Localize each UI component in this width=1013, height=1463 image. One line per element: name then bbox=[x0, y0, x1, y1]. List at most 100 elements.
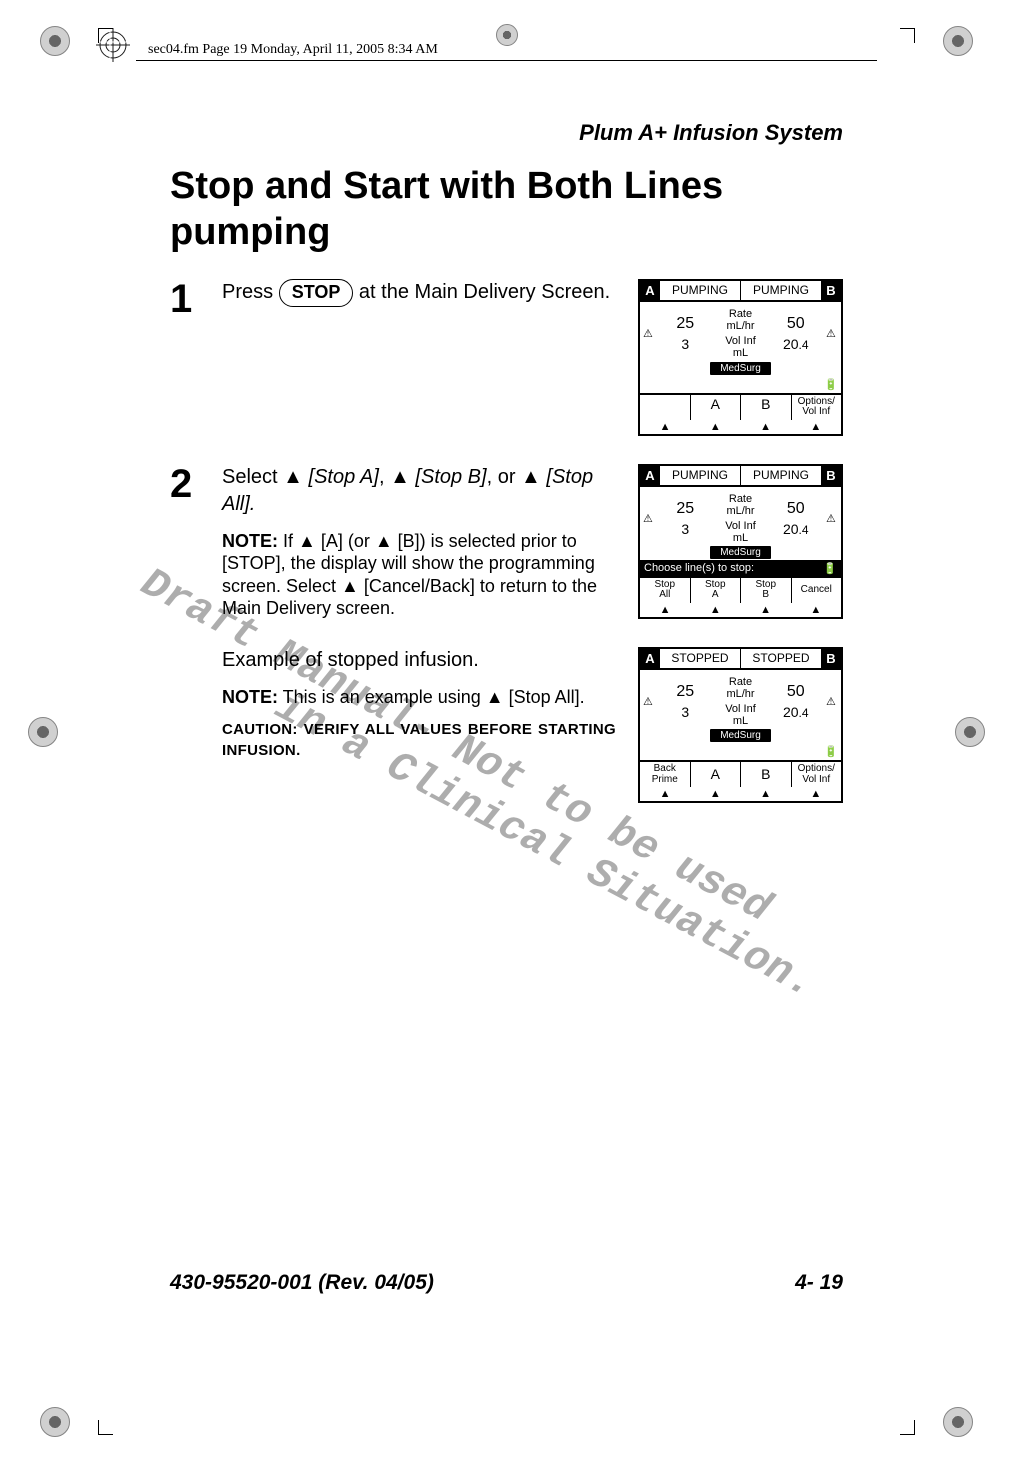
battery-icon: 🔋 bbox=[823, 562, 837, 575]
softkey-stop-all: StopAll bbox=[640, 578, 691, 603]
softkey-triangle: ▲ bbox=[640, 787, 690, 801]
line-b-status: PUMPING bbox=[741, 466, 821, 485]
alarm-icon: ⚠ bbox=[826, 512, 838, 525]
rate-label: Rate bbox=[716, 493, 766, 505]
step1-text-a: Press bbox=[222, 281, 279, 303]
softkey-stop-a: StopA bbox=[691, 578, 742, 603]
softkey-stop-b: StopB bbox=[741, 578, 792, 603]
softkey-triangle: ▲ bbox=[791, 420, 841, 434]
softkey-triangle: ▲ bbox=[741, 420, 791, 434]
volinf-a-value: 3 bbox=[655, 521, 716, 537]
softkey-triangle: ▲ bbox=[640, 603, 690, 617]
device-screen-3: A STOPPED STOPPED B ⚠ 25 3 Rate mL/ bbox=[638, 647, 843, 803]
frame-header-line bbox=[136, 60, 877, 61]
line-b-label: B bbox=[821, 649, 841, 668]
volinf-unit: mL bbox=[716, 532, 766, 544]
rate-label: Rate bbox=[716, 308, 766, 320]
line-a-label: A bbox=[640, 466, 660, 485]
rate-a-value: 25 bbox=[655, 315, 716, 333]
example-block: Example of stopped infusion. NOTE: This … bbox=[170, 647, 843, 811]
choose-lines-prompt: Choose line(s) to stop: bbox=[644, 562, 754, 575]
registration-mark bbox=[496, 24, 518, 46]
line-b-label: B bbox=[821, 466, 841, 485]
volinf-a-value: 3 bbox=[655, 704, 716, 720]
rate-unit: mL/hr bbox=[716, 320, 766, 332]
step-1: 1 Press STOP at the Main Delivery Screen… bbox=[170, 279, 843, 443]
step1-text-b: at the Main Delivery Screen. bbox=[353, 281, 610, 303]
softkey-triangle: ▲ bbox=[741, 603, 791, 617]
step-number: 1 bbox=[170, 279, 200, 319]
registration-mark bbox=[943, 1407, 973, 1437]
rate-unit: mL/hr bbox=[716, 688, 766, 700]
registration-mark bbox=[40, 1407, 70, 1437]
alarm-icon: ⚠ bbox=[643, 695, 655, 708]
rate-b-value: 50 bbox=[766, 315, 827, 333]
step-2: 2 Select ▲ [Stop A], ▲ [Stop B], or ▲ [S… bbox=[170, 464, 843, 627]
example-note: This is an example using ▲ [Stop All]. bbox=[278, 687, 585, 707]
line-a-status: PUMPING bbox=[660, 281, 741, 300]
volinf-unit: mL bbox=[716, 347, 766, 359]
volinf-label: Vol Inf bbox=[716, 335, 766, 347]
line-a-label: A bbox=[640, 649, 660, 668]
registration-mark bbox=[28, 717, 58, 747]
triangle-icon: ▲ bbox=[390, 464, 410, 491]
line-a-status: PUMPING bbox=[660, 466, 741, 485]
device-screen-1: A PUMPING PUMPING B ⚠ 25 3 Rate mL/ bbox=[638, 279, 843, 435]
line-a-status: STOPPED bbox=[660, 649, 741, 668]
softkey-triangle: ▲ bbox=[640, 420, 690, 434]
rate-b-value: 50 bbox=[766, 683, 827, 701]
step2-note: If ▲ [A] (or ▲ [B]) is selected prior to… bbox=[222, 531, 597, 619]
alarm-icon: ⚠ bbox=[643, 512, 655, 525]
rate-unit: mL/hr bbox=[716, 505, 766, 517]
triangle-icon: ▲ bbox=[283, 464, 303, 491]
softkey-cancel: Cancel bbox=[792, 578, 842, 603]
softkey-triangle: ▲ bbox=[791, 603, 841, 617]
crop-mark bbox=[98, 28, 113, 43]
triangle-icon: ▲ bbox=[521, 464, 541, 491]
softkey-triangle: ▲ bbox=[741, 787, 791, 801]
line-a-label: A bbox=[640, 281, 660, 300]
battery-icon: 🔋 bbox=[824, 745, 838, 758]
cca-badge: MedSurg bbox=[710, 546, 771, 559]
registration-mark bbox=[40, 26, 70, 56]
cca-badge: MedSurg bbox=[710, 362, 771, 375]
line-b-status: PUMPING bbox=[741, 281, 821, 300]
caution-label: CAUTION: bbox=[222, 721, 298, 738]
volinf-b-value: 20.4 bbox=[766, 704, 827, 720]
volinf-b-value: 20.4 bbox=[766, 336, 827, 352]
volinf-label: Vol Inf bbox=[716, 703, 766, 715]
rate-label: Rate bbox=[716, 676, 766, 688]
softkey-4: Options/Vol Inf bbox=[792, 395, 842, 420]
footer-pagenum: 4- 19 bbox=[795, 1271, 843, 1295]
step-body: Example of stopped infusion. NOTE: This … bbox=[222, 647, 616, 761]
sep: , bbox=[379, 466, 390, 488]
softkey-2: A bbox=[691, 395, 742, 420]
volinf-unit: mL bbox=[716, 715, 766, 727]
step2-text-a: Select bbox=[222, 466, 283, 488]
step-body: Press STOP at the Main Delivery Screen. bbox=[222, 279, 616, 307]
registration-mark bbox=[943, 26, 973, 56]
note-label: NOTE: bbox=[222, 687, 278, 707]
stop-b-ref: [Stop B] bbox=[415, 466, 486, 488]
registration-mark bbox=[955, 717, 985, 747]
crop-mark bbox=[900, 1420, 915, 1435]
rate-b-value: 50 bbox=[766, 500, 827, 518]
footer-docnum: 430-95520-001 (Rev. 04/05) bbox=[170, 1271, 434, 1295]
softkey-b: B bbox=[741, 762, 792, 787]
line-b-status: STOPPED bbox=[741, 649, 821, 668]
example-text: Example of stopped infusion. bbox=[222, 647, 616, 674]
battery-icon: 🔋 bbox=[824, 378, 838, 391]
line-b-label: B bbox=[821, 281, 841, 300]
frame-header: sec04.fm Page 19 Monday, April 11, 2005 … bbox=[148, 42, 438, 58]
alarm-icon: ⚠ bbox=[826, 695, 838, 708]
section-title: Stop and Start with Both Lines pumping bbox=[170, 164, 843, 255]
step-number: 2 bbox=[170, 464, 200, 504]
softkey-a: A bbox=[691, 762, 742, 787]
sep: , or bbox=[487, 466, 521, 488]
alarm-icon: ⚠ bbox=[643, 327, 655, 340]
softkey-3: B bbox=[741, 395, 792, 420]
softkey-triangle: ▲ bbox=[690, 787, 740, 801]
volinf-a-value: 3 bbox=[655, 336, 716, 352]
volinf-b-value: 20.4 bbox=[766, 521, 827, 537]
softkey-triangle: ▲ bbox=[791, 787, 841, 801]
